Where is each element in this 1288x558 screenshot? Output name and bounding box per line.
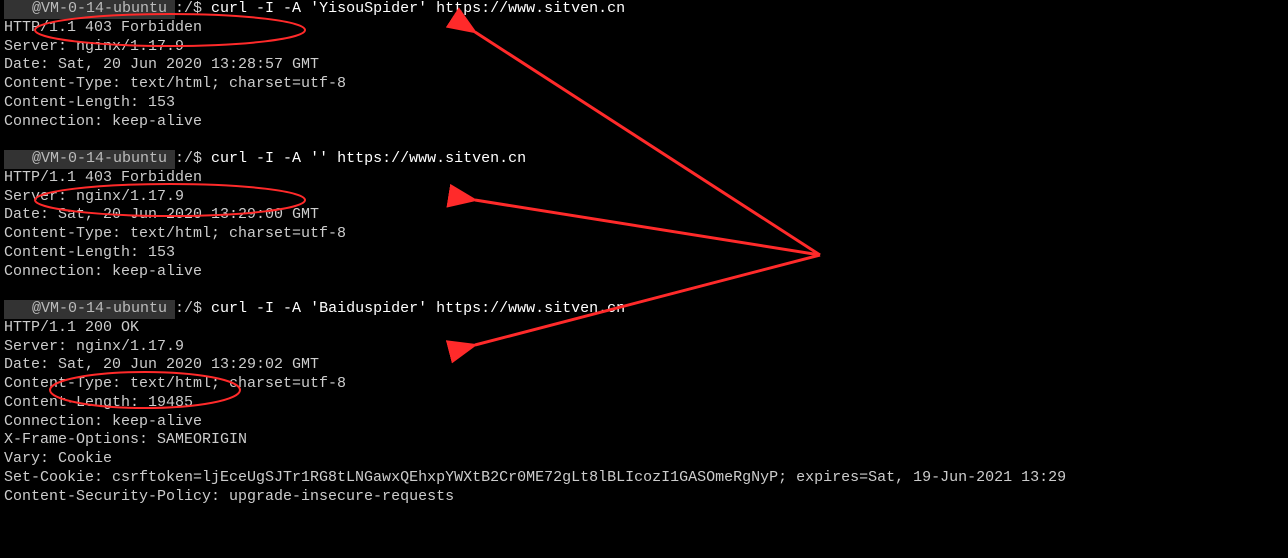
command-text: curl -I -A 'Baiduspider' https://www.sit… xyxy=(211,300,625,317)
response-line: Set-Cookie: csrftoken=ljEceUgSJTr1RG8tLN… xyxy=(0,469,1288,488)
response-line: Server: nginx/1.17.9 xyxy=(0,338,1288,357)
prompt-path: :/$ xyxy=(175,150,211,167)
prompt-host: @VM-0-14-ubuntu xyxy=(4,150,175,169)
response-line: Server: nginx/1.17.9 xyxy=(0,188,1288,207)
prompt-line[interactable]: @VM-0-14-ubuntu:/$ curl -I -A '' https:/… xyxy=(0,150,1288,169)
prompt-line[interactable]: @VM-0-14-ubuntu:/$ curl -I -A 'YisouSpid… xyxy=(0,0,1288,19)
response-line: Vary: Cookie xyxy=(0,450,1288,469)
prompt-host: @VM-0-14-ubuntu xyxy=(4,0,175,19)
prompt-host: @VM-0-14-ubuntu xyxy=(4,300,175,319)
response-line: Connection: keep-alive xyxy=(0,113,1288,132)
response-line: Connection: keep-alive xyxy=(0,263,1288,282)
prompt-path: :/$ xyxy=(175,0,211,17)
response-line: Server: nginx/1.17.9 xyxy=(0,38,1288,57)
response-line: Connection: keep-alive xyxy=(0,413,1288,432)
response-line xyxy=(0,131,1288,150)
response-line: Content-Type: text/html; charset=utf-8 xyxy=(0,75,1288,94)
response-line: Content-Length: 153 xyxy=(0,244,1288,263)
response-line: HTTP/1.1 403 Forbidden xyxy=(0,19,1288,38)
response-line: Date: Sat, 20 Jun 2020 13:28:57 GMT xyxy=(0,56,1288,75)
prompt-line[interactable]: @VM-0-14-ubuntu:/$ curl -I -A 'Baiduspid… xyxy=(0,300,1288,319)
response-line xyxy=(0,281,1288,300)
response-line: Content-Security-Policy: upgrade-insecur… xyxy=(0,488,1288,507)
response-line: Content-Type: text/html; charset=utf-8 xyxy=(0,375,1288,394)
response-line: Date: Sat, 20 Jun 2020 13:29:02 GMT xyxy=(0,356,1288,375)
response-line: Content-Length: 19485 xyxy=(0,394,1288,413)
response-line: Content-Length: 153 xyxy=(0,94,1288,113)
response-line: HTTP/1.1 200 OK xyxy=(0,319,1288,338)
response-line: X-Frame-Options: SAMEORIGIN xyxy=(0,431,1288,450)
response-line: HTTP/1.1 403 Forbidden xyxy=(0,169,1288,188)
prompt-path: :/$ xyxy=(175,300,211,317)
command-text: curl -I -A '' https://www.sitven.cn xyxy=(211,150,526,167)
terminal-output[interactable]: @VM-0-14-ubuntu:/$ curl -I -A 'YisouSpid… xyxy=(0,0,1288,506)
command-text: curl -I -A 'YisouSpider' https://www.sit… xyxy=(211,0,625,17)
response-line: Content-Type: text/html; charset=utf-8 xyxy=(0,225,1288,244)
response-line: Date: Sat, 20 Jun 2020 13:29:00 GMT xyxy=(0,206,1288,225)
